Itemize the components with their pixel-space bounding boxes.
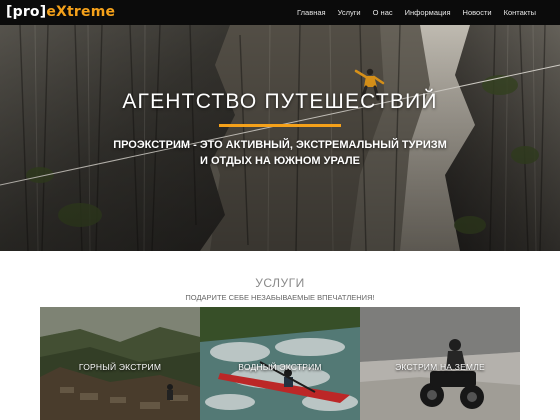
service-card-label: ГОРНЫЙ ЭКСТРИМ bbox=[78, 362, 162, 372]
service-card-water[interactable]: ВОДНЫЙ ЭКСТРИМ bbox=[200, 307, 360, 420]
hero-title-underline bbox=[219, 124, 341, 127]
nav-link-contacts[interactable]: Контакты bbox=[504, 8, 536, 17]
hero-banner: АГЕНТСТВО ПУТЕШЕСТВИЙ ПРОЭКСТРИМ - ЭТО А… bbox=[0, 25, 560, 251]
nav-link-info[interactable]: Информация bbox=[405, 8, 451, 17]
top-navbar: [pro]eXtreme Главная Услуги О нас Информ… bbox=[0, 0, 560, 25]
services-heading: УСЛУГИ bbox=[255, 276, 305, 290]
service-card-label: ВОДНЫЙ ЭКСТРИМ bbox=[238, 362, 322, 372]
services-cards: ГОРНЫЙ ЭКСТРИМ ВОДНЫЙ ЭКСТРИМ ЭКСТРИМ НА… bbox=[40, 307, 520, 420]
site-logo[interactable]: [pro]eXtreme bbox=[6, 3, 115, 21]
services-subheading: ПОДАРИТЕ СЕБЕ НЕЗАБЫВАЕМЫЕ ВПЕЧАТЛЕНИЯ! bbox=[185, 293, 375, 302]
nav-link-services[interactable]: Услуги bbox=[338, 8, 361, 17]
service-card-label: ЭКСТРИМ НА ЗЕМЛЕ bbox=[395, 362, 485, 372]
service-card-mountain[interactable]: ГОРНЫЙ ЭКСТРИМ bbox=[40, 307, 200, 420]
hero-subtitle-line-2: И ОТДЫХ НА ЮЖНОМ УРАЛЕ bbox=[200, 155, 360, 167]
nav-link-home[interactable]: Главная bbox=[297, 8, 326, 17]
nav-link-about[interactable]: О нас bbox=[373, 8, 393, 17]
service-card-land[interactable]: ЭКСТРИМ НА ЗЕМЛЕ bbox=[360, 307, 520, 420]
logo-bracket-text: [pro] bbox=[6, 4, 47, 20]
hero-subtitle: ПРОЭКСТРИМ - ЭТО АКТИВНЫЙ, ЭКСТРЕМАЛЬНЫЙ… bbox=[0, 137, 560, 169]
nav-link-news[interactable]: Новости bbox=[463, 8, 492, 17]
hero-subtitle-line-1: ПРОЭКСТРИМ - ЭТО АКТИВНЫЙ, ЭКСТРЕМАЛЬНЫЙ… bbox=[113, 139, 447, 151]
main-nav: Главная Услуги О нас Информация Новости … bbox=[297, 0, 536, 25]
hero-title: АГЕНТСТВО ПУТЕШЕСТВИЙ bbox=[122, 90, 438, 113]
logo-accent-text: eXtreme bbox=[46, 4, 116, 20]
